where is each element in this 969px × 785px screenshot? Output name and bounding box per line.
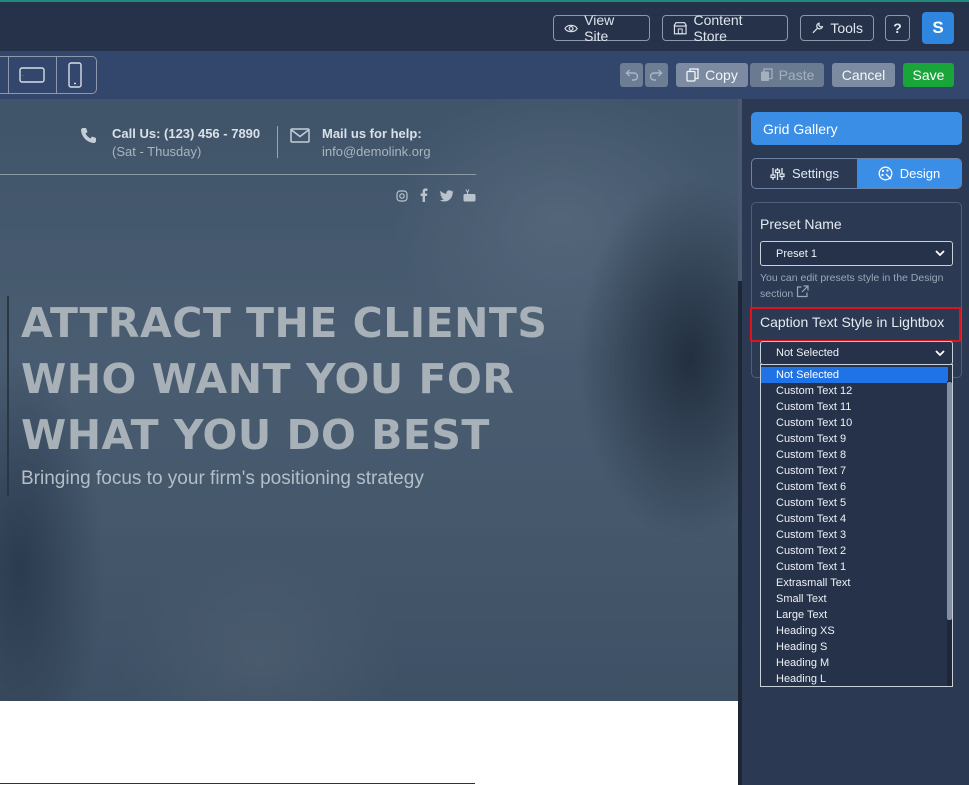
chevron-down-icon	[935, 250, 945, 257]
dropdown-option[interactable]: Custom Text 7	[761, 463, 948, 479]
dropdown-option[interactable]: Heading M	[761, 655, 948, 671]
dropdown-option[interactable]: Large Text	[761, 607, 948, 623]
editor-toolbar: Copy Paste Cancel Save	[0, 51, 969, 99]
view-site-button[interactable]: View Site	[553, 12, 650, 44]
mobile-icon[interactable]	[68, 62, 82, 93]
page-canvas: Call Us: (123) 456 - 7890 (Sat - Thusday…	[0, 99, 738, 785]
store-icon	[673, 22, 688, 35]
preset-name-label: Preset Name	[760, 216, 842, 232]
contact-separator	[277, 126, 278, 158]
headline-accent-bar	[7, 296, 9, 496]
dropdown-option[interactable]: Custom Text 5	[761, 495, 948, 511]
eye-icon	[564, 24, 578, 32]
preset-select[interactable]: Preset 1	[760, 241, 953, 266]
sliders-icon	[770, 167, 785, 180]
paste-icon	[760, 68, 773, 81]
call-info: Call Us: (123) 456 - 7890 (Sat - Thusday…	[112, 125, 260, 161]
dropdown-option[interactable]: Custom Text 10	[761, 415, 948, 431]
dropdown-option[interactable]: Extrasmall Text	[761, 575, 948, 591]
caption-select-value: Not Selected	[776, 347, 839, 359]
dropdown-option[interactable]: Heading XS	[761, 623, 948, 639]
hero-headline: ATTRACT THE CLIENTS WHO WANT YOU FOR WHA…	[21, 295, 547, 463]
dropdown-option[interactable]: Custom Text 9	[761, 431, 948, 447]
dropdown-option[interactable]: Small Text	[761, 591, 948, 607]
dropdown-option[interactable]: Custom Text 3	[761, 527, 948, 543]
copy-button[interactable]: Copy	[676, 63, 748, 87]
paste-button[interactable]: Paste	[750, 63, 824, 87]
header-divider	[0, 174, 476, 175]
device-separator	[56, 57, 57, 93]
caption-style-dropdown[interactable]: Not Selected Custom Text 12 Custom Text …	[760, 364, 953, 687]
copy-icon	[686, 68, 699, 82]
dropdown-option[interactable]: Custom Text 4	[761, 511, 948, 527]
caption-style-select[interactable]: Not Selected	[760, 341, 953, 365]
tab-settings[interactable]: Settings	[752, 159, 857, 188]
dropdown-option[interactable]: Heading S	[761, 639, 948, 655]
undo-icon	[625, 69, 639, 81]
mail-icon	[290, 128, 310, 148]
headline-line-1: ATTRACT THE CLIENTS	[21, 299, 548, 347]
tab-design[interactable]: Design	[857, 159, 961, 188]
redo-button[interactable]	[645, 63, 668, 87]
tools-label: Tools	[830, 20, 863, 36]
preset-help-label: You can edit presets style in the Design…	[760, 272, 944, 300]
preset-select-value: Preset 1	[776, 247, 817, 260]
mail-address: info@demolink.org	[322, 144, 431, 159]
instagram-icon[interactable]	[396, 189, 408, 207]
avatar-initial: S	[932, 18, 944, 37]
tools-button[interactable]: Tools	[800, 15, 874, 41]
dropdown-option[interactable]: Custom Text 12	[761, 383, 948, 399]
dropdown-option[interactable]: Custom Text 8	[761, 447, 948, 463]
avatar[interactable]: S	[922, 12, 954, 44]
dropdown-option[interactable]: Custom Text 11	[761, 399, 948, 415]
panel-tabs: Settings Design	[751, 158, 962, 189]
twitter-icon[interactable]	[439, 189, 454, 207]
save-label: Save	[912, 67, 945, 83]
hero-section[interactable]: Call Us: (123) 456 - 7890 (Sat - Thusday…	[0, 99, 738, 701]
cancel-button[interactable]: Cancel	[832, 63, 895, 87]
dropdown-option[interactable]: Custom Text 2	[761, 543, 948, 559]
chevron-down-icon	[935, 350, 945, 357]
headline-line-2: WHO WANT YOU FOR	[21, 355, 515, 403]
headline-line-3: WHAT YOU DO BEST	[21, 411, 490, 459]
external-link-icon[interactable]	[796, 285, 809, 298]
content-store-label: Content Store	[693, 12, 743, 44]
paste-label: Paste	[778, 67, 815, 83]
dropdown-option[interactable]: Custom Text 1	[761, 559, 948, 575]
dropdown-option[interactable]: Custom Text 6	[761, 479, 948, 495]
dropdown-scrollbar-thumb[interactable]	[947, 382, 952, 620]
top-bar: View Site Content Store Tools ? S	[0, 0, 969, 51]
mail-label: Mail us for help:	[322, 126, 422, 141]
copy-label: Copy	[705, 67, 738, 83]
cancel-label: Cancel	[841, 67, 886, 83]
wrench-icon	[812, 22, 824, 34]
call-hours: (Sat - Thusday)	[112, 144, 202, 159]
tab-design-label: Design	[899, 166, 941, 181]
tablet-landscape-icon[interactable]	[19, 66, 45, 89]
device-switcher	[0, 56, 97, 94]
content-store-button[interactable]: Content Store	[662, 12, 788, 44]
save-button[interactable]: Save	[903, 63, 954, 87]
tab-settings-label: Settings	[792, 166, 839, 181]
dropdown-option[interactable]: Heading L	[761, 671, 948, 686]
dropdown-option[interactable]: Not Selected	[761, 367, 948, 383]
device-separator	[8, 57, 9, 93]
section-border	[0, 783, 475, 784]
help-button[interactable]: ?	[885, 15, 910, 41]
call-label: Call Us: (123) 456 - 7890	[112, 126, 261, 141]
palette-icon	[878, 166, 893, 181]
view-site-label: View Site	[584, 12, 615, 44]
preset-help-text: You can edit presets style in the Design…	[760, 271, 950, 301]
hero-subheadline: Bringing focus to your firm's positionin…	[21, 468, 424, 489]
mail-info: Mail us for help: info@demolink.org	[322, 125, 431, 161]
phone-icon	[80, 127, 97, 149]
caption-style-label: Caption Text Style in Lightbox	[760, 314, 945, 330]
properties-panel: Grid Gallery Settings Design Preset Name…	[742, 99, 969, 785]
undo-button[interactable]	[620, 63, 643, 87]
facebook-icon[interactable]	[420, 188, 428, 207]
widget-title: Grid Gallery	[751, 112, 962, 145]
youtube-icon[interactable]	[463, 189, 476, 207]
help-label: ?	[893, 20, 902, 36]
redo-icon	[649, 69, 663, 81]
